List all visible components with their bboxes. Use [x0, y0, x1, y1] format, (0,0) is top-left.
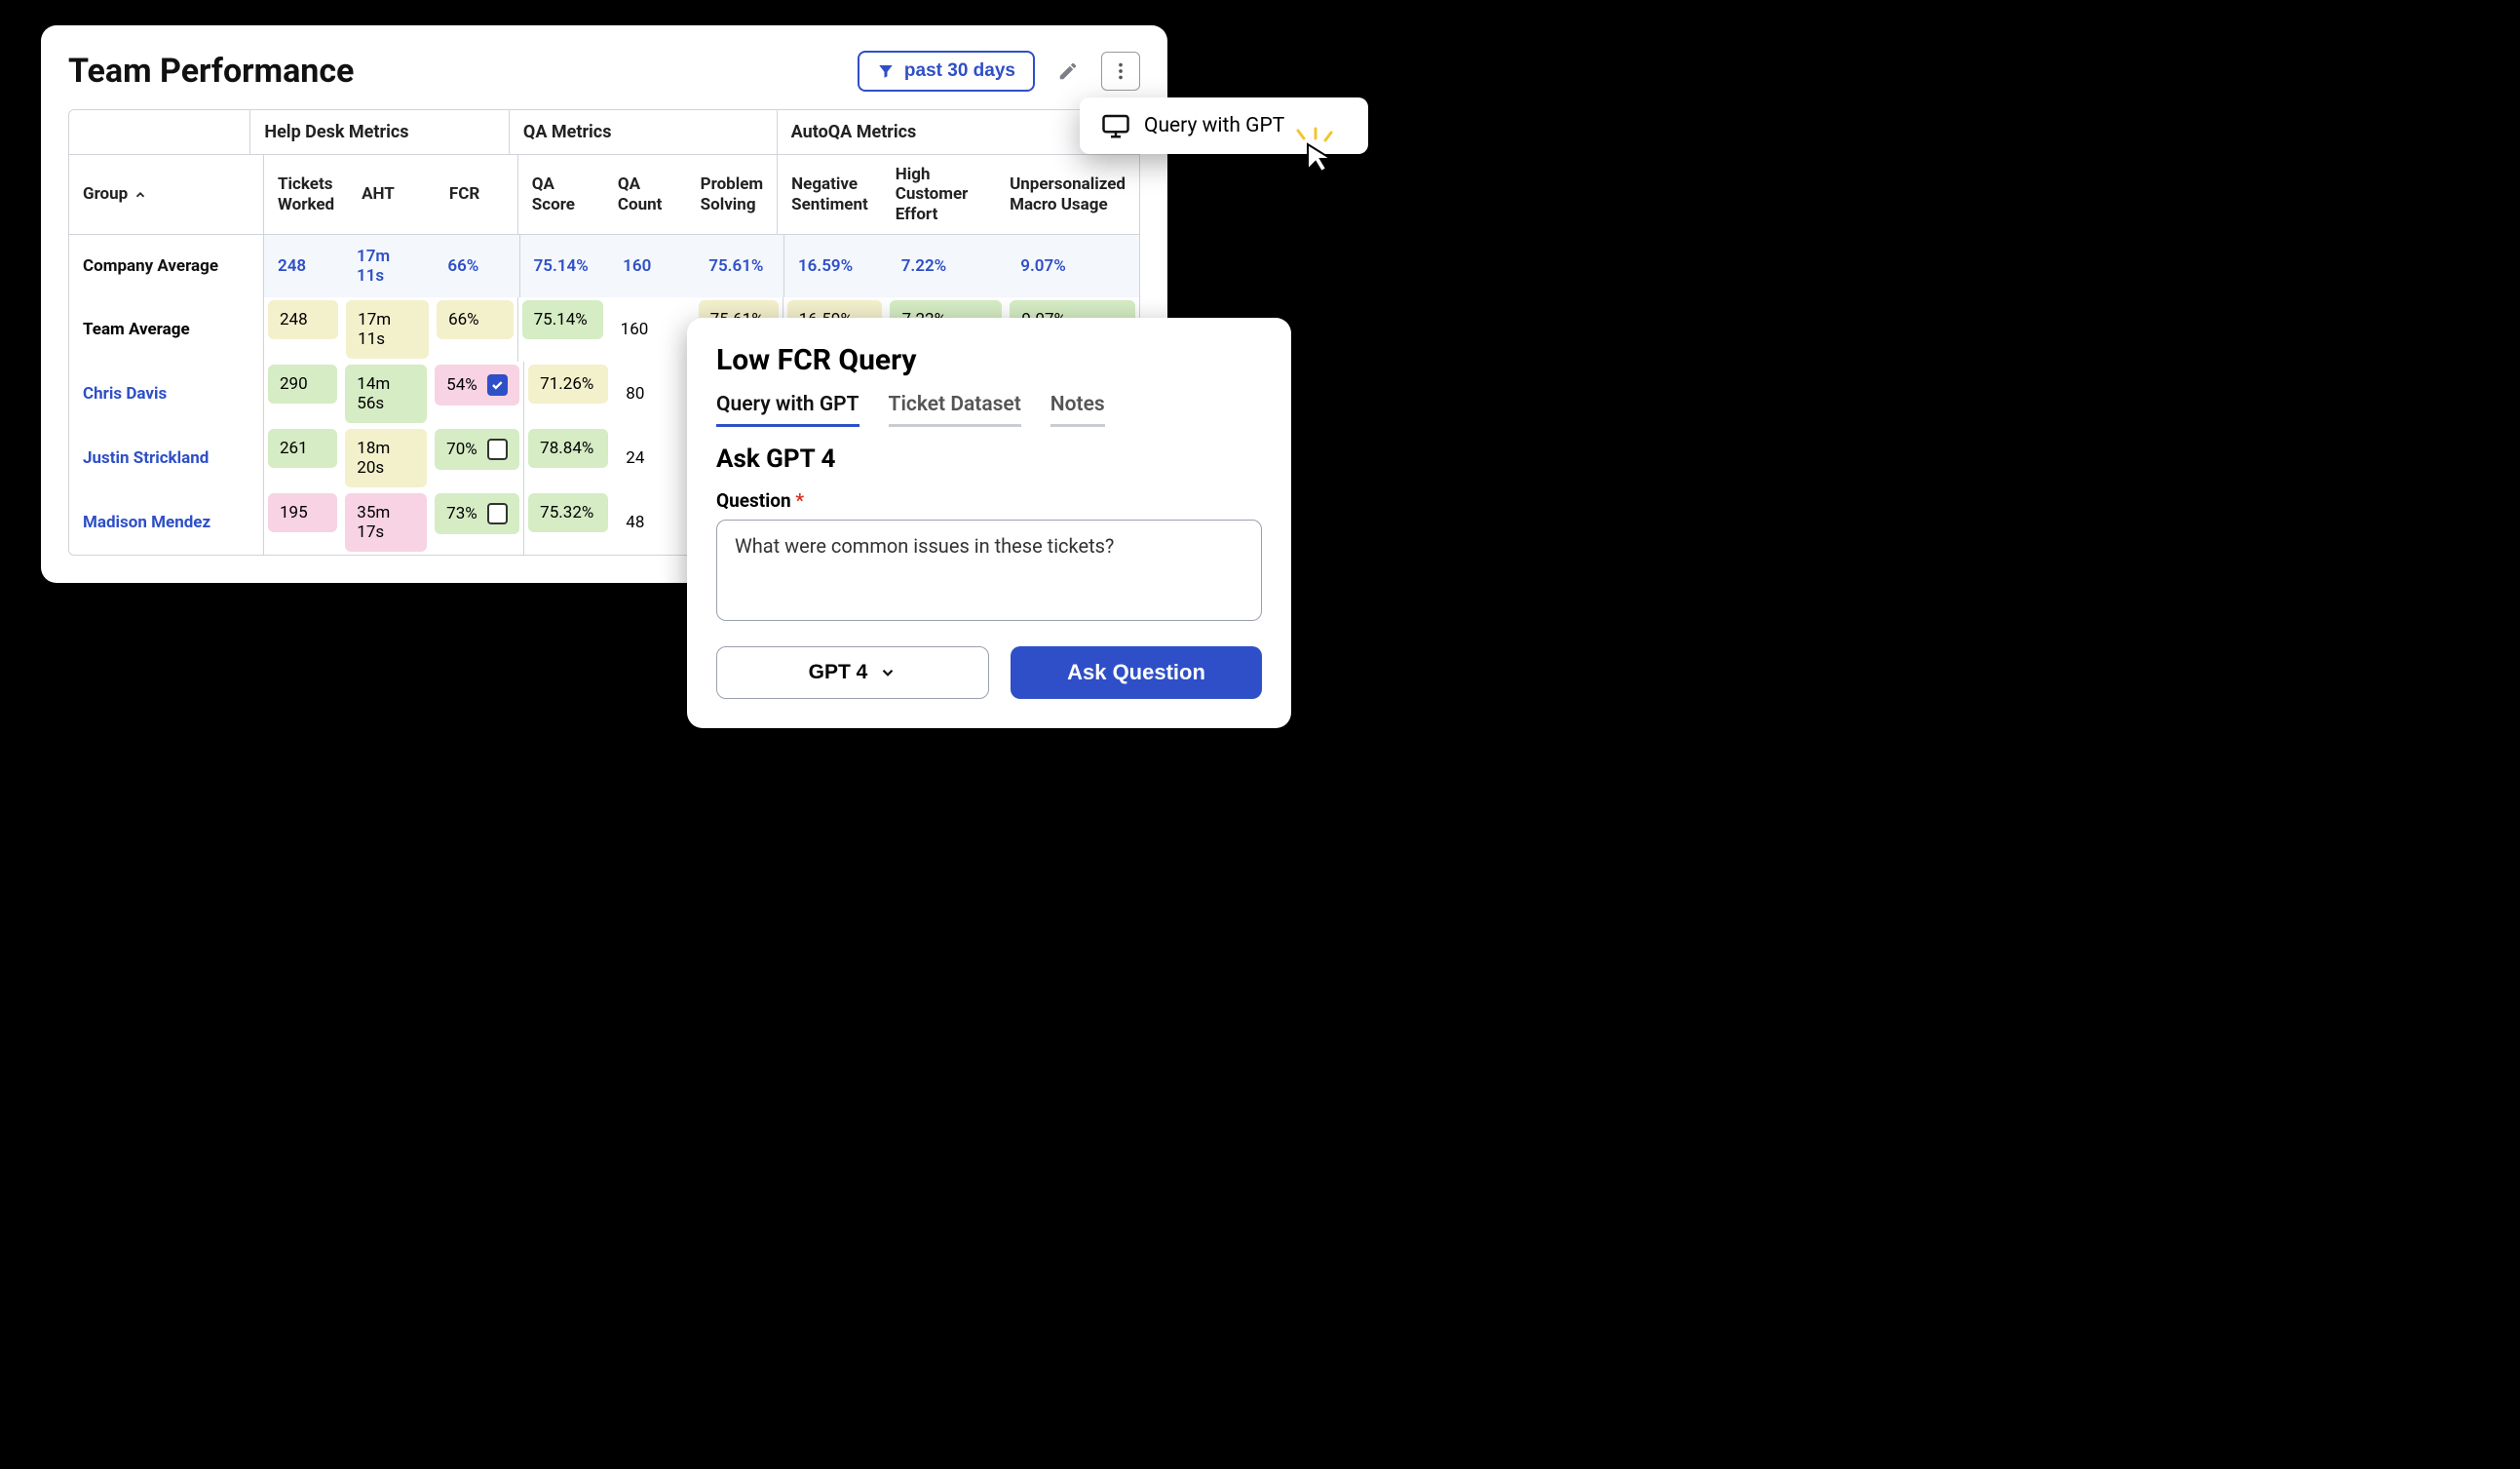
col-qa-score[interactable]: QA Score [518, 155, 604, 234]
monitor-icon [1101, 111, 1130, 140]
fcr-checkbox[interactable] [487, 374, 508, 396]
question-label: Question * [716, 489, 1262, 512]
cell-tw: 290 [264, 362, 341, 426]
col-unpersonalized-macro[interactable]: Unpersonalized Macro Usage [996, 155, 1139, 234]
cell-qas: 71.26% [524, 362, 612, 426]
cell-umu: 9.07% [1007, 235, 1139, 297]
row-name-link[interactable]: Justin Strickland [69, 426, 264, 490]
cell-qas: 75.14% [518, 297, 607, 362]
cell-qac: 160 [609, 235, 695, 297]
group-header-blank [69, 110, 250, 154]
tab-ticket-dataset[interactable]: Ticket Dataset [889, 393, 1021, 427]
cell-fcr: 66% [434, 235, 519, 297]
cell-ps: 75.61% [695, 235, 784, 297]
title-actions: past 30 days [858, 51, 1140, 92]
filter-label: past 30 days [904, 60, 1015, 82]
edit-button[interactable] [1049, 52, 1088, 91]
fcr-checkbox[interactable] [487, 439, 508, 460]
cell-hce: 7.22% [888, 235, 1008, 297]
cell-qas: 78.84% [524, 426, 612, 490]
col-group-label: Group [83, 184, 128, 204]
cell-fcr: 70% [431, 426, 524, 490]
title-row: Team Performance past 30 days [68, 51, 1140, 92]
cell-aht: 18m 20s [341, 426, 431, 490]
col-fcr[interactable]: FCR [436, 155, 518, 234]
cursor-accent [1290, 127, 1339, 179]
table-column-header: Group Tickets Worked AHT FCR QA Score QA… [69, 155, 1139, 235]
pencil-icon [1057, 60, 1079, 82]
row-name: Team Average [69, 297, 264, 362]
fcr-value: 70% [446, 440, 477, 459]
cell-fcr: 66% [433, 297, 518, 362]
more-vertical-icon [1110, 60, 1131, 82]
filter-button[interactable]: past 30 days [858, 51, 1035, 92]
col-qa-count[interactable]: QA Count [604, 155, 687, 234]
col-aht[interactable]: AHT [348, 155, 436, 234]
group-header-qa: QA Metrics [510, 110, 778, 154]
model-select[interactable]: GPT 4 [716, 646, 989, 699]
cell-fcr: 54% [431, 362, 524, 426]
menu-label: Query with GPT [1144, 114, 1284, 137]
page-title: Team Performance [68, 52, 354, 91]
tab-query-gpt[interactable]: Query with GPT [716, 393, 859, 427]
chevron-down-icon [879, 664, 897, 681]
row-name-link[interactable]: Madison Mendez [69, 490, 264, 555]
cell-tw: 248 [264, 235, 343, 297]
cell-aht: 17m 11s [343, 235, 434, 297]
col-tickets-worked[interactable]: Tickets Worked [264, 155, 348, 234]
more-button[interactable] [1101, 52, 1140, 91]
query-title: Low FCR Query [716, 343, 1262, 377]
question-input[interactable] [716, 520, 1262, 621]
table-row-company-average: Company Average 248 17m 11s 66% 75.14% 1… [69, 235, 1139, 297]
ask-gpt-title: Ask GPT 4 [716, 445, 1262, 474]
query-actions: GPT 4 Ask Question [716, 646, 1262, 699]
cell-aht: 17m 11s [342, 297, 433, 362]
fcr-value: 73% [446, 504, 477, 523]
cell-tw: 248 [264, 297, 342, 362]
col-negative-sentiment[interactable]: Negative Sentiment [778, 155, 882, 234]
fcr-value: 54% [446, 375, 477, 395]
cell-aht: 14m 56s [341, 362, 431, 426]
funnel-icon [877, 62, 895, 80]
cell-qac: 160 [607, 297, 695, 362]
cell-tw: 261 [264, 426, 341, 490]
tab-notes[interactable]: Notes [1050, 393, 1105, 427]
row-name-link[interactable]: Chris Davis [69, 362, 264, 426]
fcr-checkbox[interactable] [487, 503, 508, 524]
group-header-helpdesk: Help Desk Metrics [250, 110, 510, 154]
col-high-customer-effort[interactable]: High Customer Effort [882, 155, 996, 234]
query-tabs: Query with GPT Ticket Dataset Notes [716, 393, 1262, 427]
low-fcr-query-card: Low FCR Query Query with GPT Ticket Data… [687, 318, 1291, 728]
ask-question-button[interactable]: Ask Question [1011, 646, 1262, 699]
cell-tw: 195 [264, 490, 341, 555]
cell-fcr: 73% [431, 490, 524, 555]
cell-qas: 75.14% [520, 235, 610, 297]
col-problem-solving[interactable]: Problem Solving [687, 155, 779, 234]
cell-qas: 75.32% [524, 490, 612, 555]
cell-ns: 16.59% [784, 235, 888, 297]
row-name: Company Average [69, 235, 264, 297]
model-label: GPT 4 [809, 661, 868, 684]
chevron-up-icon [134, 188, 147, 202]
cell-aht: 35m 17s [341, 490, 431, 555]
col-group[interactable]: Group [69, 155, 264, 234]
table-group-header: Help Desk Metrics QA Metrics AutoQA Metr… [69, 110, 1139, 155]
